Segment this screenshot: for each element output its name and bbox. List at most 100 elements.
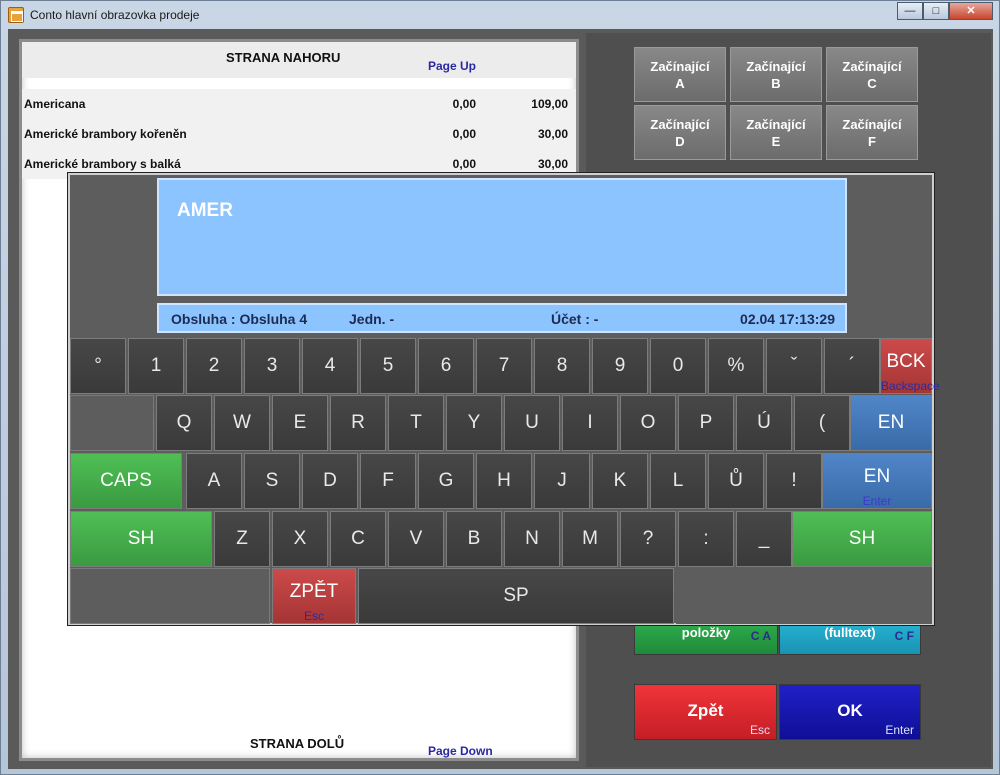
key-s[interactable]: S xyxy=(244,453,300,509)
blank-key[interactable] xyxy=(70,568,270,624)
category-letter: D xyxy=(675,134,685,149)
key-1[interactable]: 1 xyxy=(128,338,184,394)
key-e[interactable]: E xyxy=(272,395,328,451)
key-f[interactable]: F xyxy=(360,453,416,509)
key-colon[interactable]: : xyxy=(678,511,734,567)
item-name: Americké brambory kořeněn xyxy=(24,127,187,141)
key-p[interactable]: P xyxy=(678,395,734,451)
key-a[interactable]: A xyxy=(186,453,242,509)
key-r[interactable]: R xyxy=(330,395,386,451)
key-c[interactable]: C xyxy=(330,511,386,567)
caps-lock-key[interactable]: CAPS xyxy=(70,453,182,509)
key-8[interactable]: 8 xyxy=(534,338,590,394)
fulltext-label: (fulltext) xyxy=(824,625,876,640)
key-5[interactable]: 5 xyxy=(360,338,416,394)
key-6[interactable]: 6 xyxy=(418,338,474,394)
page-down-title[interactable]: STRANA DOLŮ xyxy=(250,736,344,751)
back-shortcut: Esc xyxy=(749,723,770,737)
key-i[interactable]: I xyxy=(562,395,618,451)
key-9[interactable]: 9 xyxy=(592,338,648,394)
category-button-e[interactable]: Začínající E xyxy=(730,105,822,160)
status-bar: Obsluha : Obsluha 4 Jedn. - Účet : - 02.… xyxy=(157,303,847,333)
main-window: Conto hlavní obrazovka prodeje — □ ✕ STR… xyxy=(0,0,1000,775)
key-q[interactable]: Q xyxy=(156,395,212,451)
category-button-c[interactable]: Začínající C xyxy=(826,47,918,102)
category-label: Začínající xyxy=(650,59,710,74)
key-7[interactable]: 7 xyxy=(476,338,532,394)
key-l[interactable]: L xyxy=(650,453,706,509)
category-letter: F xyxy=(868,134,876,149)
key-percent[interactable]: % xyxy=(708,338,764,394)
category-letter: B xyxy=(771,76,781,91)
category-button-b[interactable]: Začínající B xyxy=(730,47,822,102)
key-v[interactable]: V xyxy=(388,511,444,567)
key-n[interactable]: N xyxy=(504,511,560,567)
category-letter: C xyxy=(867,76,877,91)
key-degree[interactable]: ° xyxy=(70,338,126,394)
backspace-key[interactable]: BCK Backspace xyxy=(880,338,940,394)
datetime-label: 02.04 17:13:29 xyxy=(740,311,835,327)
keyboard-empty-area xyxy=(676,568,932,624)
search-input[interactable]: AMER xyxy=(157,178,847,296)
key-z[interactable]: Z xyxy=(214,511,270,567)
esc-key[interactable]: ZPĚT Esc xyxy=(272,568,356,624)
category-label: Začínající xyxy=(650,117,710,132)
key-2[interactable]: 2 xyxy=(186,338,242,394)
fulltext-shortcut: C F xyxy=(894,629,914,643)
key-u[interactable]: U xyxy=(504,395,560,451)
key-k[interactable]: K xyxy=(592,453,648,509)
key-question[interactable]: ? xyxy=(620,511,676,567)
key-g[interactable]: G xyxy=(418,453,474,509)
category-button-d[interactable]: Začínající D xyxy=(634,105,726,160)
key-t[interactable]: T xyxy=(388,395,444,451)
page-down-shortcut: Page Down xyxy=(428,744,493,758)
window-title: Conto hlavní obrazovka prodeje xyxy=(30,8,200,22)
page-up-button[interactable]: STRANA NAHORU Page Up xyxy=(22,42,576,78)
enter-key[interactable]: EN Enter xyxy=(822,453,932,509)
category-letter: E xyxy=(771,134,781,149)
item-value-1: 0,00 xyxy=(452,127,476,141)
shift-right-key[interactable]: SH xyxy=(792,511,932,567)
list-item[interactable]: Americana 0,00 109,00 xyxy=(22,89,576,119)
key-exclamation[interactable]: ! xyxy=(766,453,822,509)
item-price: 109,00 xyxy=(531,97,568,111)
key-h[interactable]: H xyxy=(476,453,532,509)
key-u-acute[interactable]: Ú xyxy=(736,395,792,451)
app-icon xyxy=(8,7,24,23)
key-caron[interactable]: ˇ xyxy=(766,338,822,394)
item-name: Americké brambory s balká xyxy=(24,157,181,171)
key-j[interactable]: J xyxy=(534,453,590,509)
close-icon[interactable]: ✕ xyxy=(949,2,993,20)
category-button-a[interactable]: Začínající A xyxy=(634,47,726,102)
window-controls: — □ ✕ xyxy=(897,2,993,20)
shift-left-key[interactable]: SH xyxy=(70,511,212,567)
key-0[interactable]: 0 xyxy=(650,338,706,394)
back-button[interactable]: Zpět Esc xyxy=(634,684,777,740)
key-b[interactable]: B xyxy=(446,511,502,567)
key-acute[interactable]: ´ xyxy=(824,338,880,394)
category-button-f[interactable]: Začínající F xyxy=(826,105,918,160)
key-paren-open[interactable]: ( xyxy=(794,395,850,451)
list-item[interactable]: Americké brambory kořeněn 0,00 30,00 xyxy=(22,119,576,149)
maximize-icon[interactable]: □ xyxy=(923,2,949,20)
minimize-icon[interactable]: — xyxy=(897,2,923,20)
key-m[interactable]: M xyxy=(562,511,618,567)
category-label: Začínající xyxy=(842,59,902,74)
ok-button[interactable]: OK Enter xyxy=(779,684,921,740)
space-key[interactable]: SP xyxy=(358,568,674,624)
back-label: Zpět xyxy=(687,701,724,720)
item-price: 30,00 xyxy=(537,157,568,171)
key-x[interactable]: X xyxy=(272,511,328,567)
key-d[interactable]: D xyxy=(302,453,358,509)
key-u-ring[interactable]: Ů xyxy=(708,453,764,509)
key-4[interactable]: 4 xyxy=(302,338,358,394)
backspace-sub-label: Backspace xyxy=(881,379,940,393)
language-key[interactable]: EN xyxy=(850,395,932,451)
key-underscore[interactable]: _ xyxy=(736,511,792,567)
key-3[interactable]: 3 xyxy=(244,338,300,394)
tab-key[interactable] xyxy=(70,395,154,451)
key-w[interactable]: W xyxy=(214,395,270,451)
key-y[interactable]: Y xyxy=(446,395,502,451)
key-o[interactable]: O xyxy=(620,395,676,451)
search-input-value: AMER xyxy=(177,200,233,221)
